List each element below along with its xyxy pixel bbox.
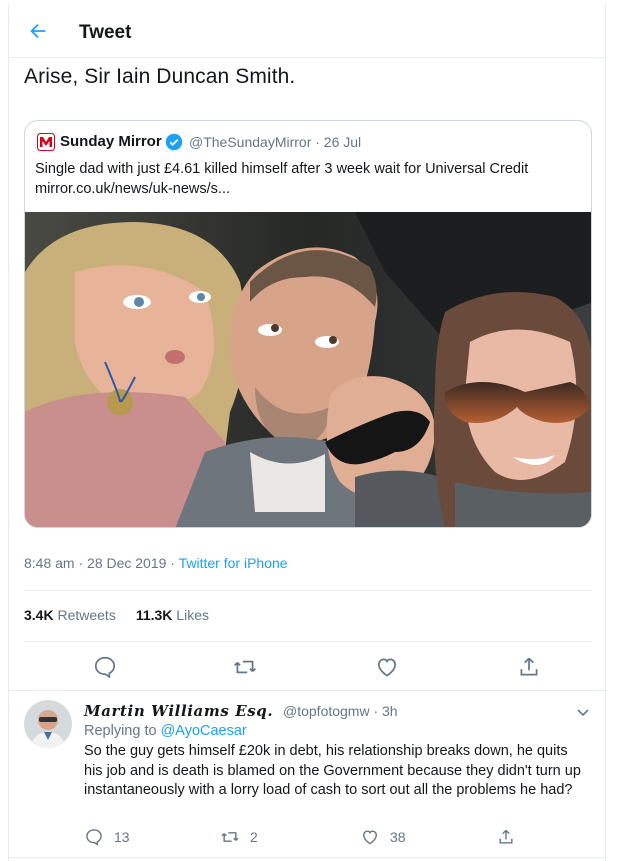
tweet-page: Tweet Arise, Sir Iain Duncan Smith. Sund… <box>8 4 607 861</box>
header: Tweet <box>9 4 607 58</box>
verified-badge-icon <box>165 133 183 151</box>
chevron-down-icon[interactable] <box>575 704 591 720</box>
retweet-count: 2 <box>250 829 258 845</box>
tweet-timestamp: 8:48 am · 28 Dec 2019 · Twitter for iPho… <box>24 555 288 571</box>
share-icon <box>499 829 513 844</box>
reply-actions: 13 2 38 <box>84 826 589 850</box>
quote-text: Single dad with just £4.61 killed himsel… <box>35 159 585 199</box>
share-icon[interactable] <box>516 654 542 680</box>
avatar[interactable] <box>24 700 72 748</box>
likes-count: 11.3K <box>135 607 173 623</box>
reply-retweet-button[interactable]: 2 <box>220 826 258 848</box>
divider <box>9 857 607 858</box>
sunday-mirror-logo-icon <box>37 133 55 151</box>
like-icon[interactable] <box>374 654 400 680</box>
reply-icon[interactable] <box>92 654 118 680</box>
likes-stat[interactable]: 11.3K Likes <box>136 607 209 623</box>
replying-prefix: Replying to <box>84 723 161 739</box>
quote-link[interactable]: mirror.co.uk/news/uk-news/s... <box>35 179 585 199</box>
quote-photo-image[interactable] <box>25 212 592 528</box>
reply-icon <box>86 829 102 846</box>
retweet-icon <box>221 832 239 842</box>
retweets-label: Retweets <box>53 607 116 623</box>
reply-author-name[interactable]: Martin Williams Esq. <box>84 702 273 720</box>
like-count: 38 <box>390 829 406 845</box>
replying-to: Replying to @AyoCaesar <box>84 723 247 739</box>
quote-author-name[interactable]: Sunday Mirror <box>60 133 162 150</box>
retweets-count: 3.4K <box>24 607 54 623</box>
reply-share-button[interactable] <box>496 826 516 848</box>
likes-label: Likes <box>172 607 209 623</box>
like-icon <box>363 830 377 845</box>
quote-headline: Single dad with just £4.61 killed himsel… <box>35 161 529 177</box>
retweets-stat[interactable]: 3.4K Retweets <box>24 607 116 623</box>
reply-author-handle: @topfotogmw · 3h <box>283 703 398 719</box>
tweet-source-link[interactable]: Twitter for iPhone <box>179 555 288 571</box>
replying-mention-link[interactable]: @AyoCaesar <box>161 723 247 739</box>
reply-count: 13 <box>114 829 130 845</box>
timestamp-text: 8:48 am · 28 Dec 2019 · <box>24 555 179 571</box>
divider <box>9 690 607 691</box>
page-title: Tweet <box>79 22 132 43</box>
back-arrow-icon[interactable] <box>27 20 49 42</box>
reply-text: So the guy gets himself £20k in debt, hi… <box>84 743 581 798</box>
tweet-actions <box>24 652 592 682</box>
divider <box>24 641 592 642</box>
retweet-icon[interactable] <box>232 654 258 680</box>
reply-like-button[interactable]: 38 <box>360 826 406 848</box>
reply-reply-button[interactable]: 13 <box>84 826 130 848</box>
divider <box>24 590 592 591</box>
tweet-text: Arise, Sir Iain Duncan Smith. <box>24 65 296 88</box>
reply-avatar-image <box>24 700 72 748</box>
quoted-tweet[interactable]: Sunday Mirror @TheSundayMirror · 26 Jul … <box>24 120 592 528</box>
quote-author-meta: @TheSundayMirror · 26 Jul <box>189 134 362 150</box>
tweet-stats: 3.4K Retweets 11.3K Likes <box>24 607 209 623</box>
